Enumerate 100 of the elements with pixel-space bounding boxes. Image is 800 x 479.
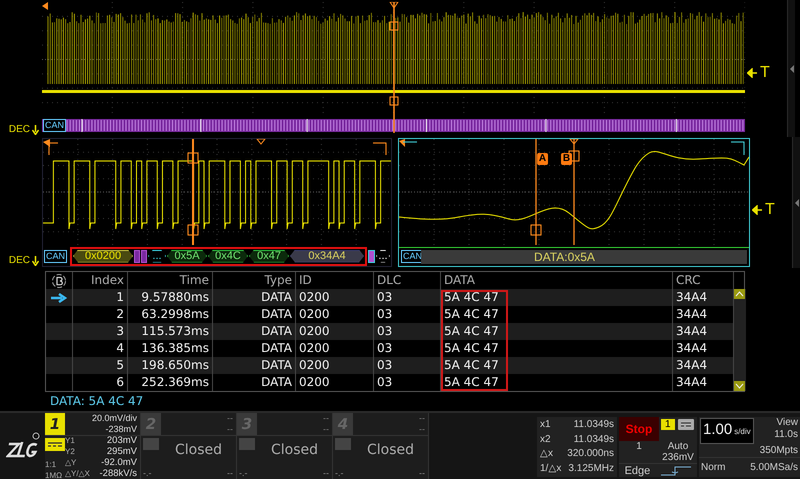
trigger-mode: Auto	[666, 441, 690, 452]
channel-value: -.-	[143, 468, 152, 478]
cursor-label[interactable]: A	[537, 153, 548, 165]
channel-scale: 20.0mV/div	[90, 413, 138, 424]
readout-label: △Y/△X	[65, 469, 90, 479]
channel-value: --	[227, 468, 233, 478]
trigger-label: T	[760, 64, 770, 82]
channel-badge[interactable]: 1	[45, 413, 65, 435]
collapse-icon[interactable]	[794, 198, 798, 206]
scroll-up-icon[interactable]	[734, 289, 745, 299]
table-cell: 252.369ms	[128, 374, 213, 391]
cursor-panel[interactable]: x1 11.0349s x2 11.0349s △x 320.000ns 1/△x 3.125MHz	[537, 417, 617, 477]
table-cell: 3	[73, 323, 128, 340]
left-arrow-icon	[747, 68, 757, 78]
table-cell: 5	[73, 357, 128, 374]
channel-state: Closed	[270, 441, 320, 458]
dc-coupling-icon	[678, 419, 694, 430]
channel-offset: --	[322, 424, 330, 435]
table-cell: 03	[374, 323, 441, 340]
table-cell: 5A 4C 47	[441, 289, 673, 306]
decode-segment: 0x4C	[208, 250, 248, 262]
timebase-unit: s/div	[734, 427, 751, 436]
table-cell: 03	[374, 357, 441, 374]
cursor-label[interactable]: B	[561, 153, 572, 165]
cursor-label: △x	[540, 447, 554, 461]
table-cell: 03	[374, 374, 441, 391]
bus-label: CAN	[44, 250, 68, 262]
trigger-count: 1	[635, 441, 643, 452]
scroll-down-icon[interactable]	[734, 381, 745, 391]
bus-b-icon	[51, 273, 67, 289]
channel-value: --	[419, 468, 425, 478]
channel-scale: --	[226, 413, 234, 424]
memory-depth: 350Mpts	[758, 445, 799, 457]
readout-label: Y2	[65, 447, 76, 458]
down-arrow-icon	[32, 256, 39, 266]
dec-label: DEC	[8, 255, 30, 266]
readout-value: 203mV	[106, 436, 138, 447]
channel-value: -.-	[335, 468, 344, 478]
trigger-label: T	[765, 201, 775, 219]
channel-value: -.-	[239, 468, 248, 478]
decode-segment: 0x0200	[73, 250, 134, 262]
view-value: 11.0s	[773, 429, 799, 441]
table-cell: DATA	[213, 374, 296, 391]
readout-value: -288kV/s	[98, 469, 138, 479]
channel-offset: -238mV	[104, 424, 138, 435]
table-cell: 34A4	[673, 357, 734, 374]
readout-value: 295mV	[106, 447, 138, 458]
channel-offset: --	[226, 424, 234, 435]
table-cell: 0200	[296, 374, 374, 391]
sample-rate: 5.00MSa/s	[750, 462, 798, 473]
bus-label: CAN	[43, 119, 66, 132]
left-arrow-icon	[752, 205, 762, 215]
decode-segment: 0x47	[249, 250, 290, 262]
table-cell: 34A4	[673, 289, 734, 306]
channel-scale: --	[418, 413, 426, 424]
dec-label: DEC	[8, 124, 30, 135]
view-label: View	[776, 417, 799, 429]
input-impedance: 1MΩ	[45, 471, 64, 479]
collapse-icon[interactable]	[790, 64, 794, 72]
table-cell: 34A4	[673, 323, 734, 340]
cursor-value: 3.125MHz	[567, 462, 614, 476]
channel-offset: --	[418, 424, 426, 435]
readout-label: △Y	[65, 458, 78, 469]
run-state-button[interactable]: Stop	[619, 417, 659, 441]
table-cell: 1	[73, 289, 128, 306]
trigger-source[interactable]: 1	[661, 419, 675, 430]
channel-state: Closed	[366, 441, 416, 458]
trigger-level: 236mV	[661, 452, 695, 463]
timebase-box[interactable]: 1.00 s/div	[700, 418, 754, 444]
decode-segment: ...	[376, 250, 390, 262]
channel-scale: --	[322, 413, 330, 424]
cursor-value: 320.000ns	[566, 447, 614, 461]
table-cell: DATA	[213, 289, 296, 306]
cursor-label: x2	[540, 432, 552, 446]
scrollbar[interactable]	[734, 289, 746, 391]
row-marker-cell[interactable]	[46, 357, 73, 374]
table-cell: 6	[73, 374, 128, 391]
readout-value: -92.0mV	[100, 458, 138, 469]
cursor-value: 11.0349s	[572, 418, 614, 432]
decode-segment: 0x34A4	[290, 250, 364, 262]
status-text: DATA: 5A 4C 47	[49, 393, 144, 408]
cursor-value: 11.0349s	[572, 432, 614, 446]
readout-label: Y1	[65, 436, 76, 447]
table-cell: 9.57880ms	[128, 289, 213, 306]
table-cell: 5A 4C 47	[441, 374, 673, 391]
row-marker-cell[interactable]	[46, 289, 73, 306]
table-cell: 03	[374, 289, 441, 306]
decode-segment: ...	[148, 250, 166, 262]
table-cell: 115.573ms	[128, 323, 213, 340]
table-cell: 198.650ms	[128, 357, 213, 374]
row-marker-cell[interactable]	[46, 323, 73, 340]
channel-value: --	[323, 468, 329, 478]
rising-edge-icon	[661, 466, 692, 476]
acquire-mode: Norm	[701, 462, 726, 473]
table-cell: 0200	[296, 289, 374, 306]
probe-ratio: 1:1	[45, 460, 58, 469]
table-cell: 0200	[296, 323, 374, 340]
cursor-label: 1/△x	[540, 462, 562, 476]
table-cell: 5A 4C 47	[441, 323, 673, 340]
down-arrow-icon	[32, 125, 39, 135]
